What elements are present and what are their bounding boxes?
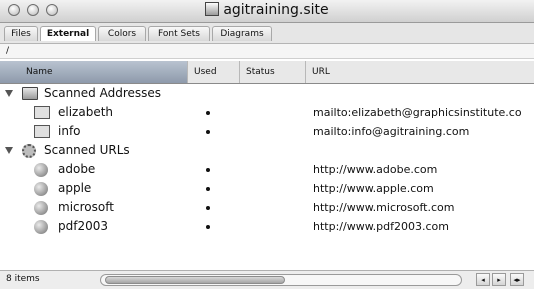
group-label: Scanned Addresses (44, 86, 162, 100)
item-name: microsoft (58, 200, 114, 214)
column-url-header[interactable]: URL (306, 61, 534, 83)
tab-external[interactable]: External (40, 26, 96, 41)
list-item[interactable]: microsoft http://www.microsoft.com (0, 198, 534, 217)
group-row-scanned-urls[interactable]: Scanned URLs (0, 141, 534, 160)
item-name: info (58, 124, 81, 138)
window-title: agitraining.site (0, 2, 534, 18)
horizontal-scrollbar[interactable] (100, 274, 462, 286)
used-indicator (206, 168, 210, 172)
used-indicator (206, 225, 210, 229)
tab-files[interactable]: Files (4, 26, 38, 41)
tab-font-sets[interactable]: Font Sets (148, 26, 210, 41)
item-count: 8 items (6, 274, 40, 284)
folder-icon (22, 87, 38, 100)
used-indicator (206, 206, 210, 210)
group-row-scanned-addresses[interactable]: Scanned Addresses (0, 84, 534, 103)
column-used-header[interactable]: Used (188, 61, 240, 83)
used-indicator (206, 111, 210, 115)
email-icon (34, 125, 50, 138)
list-item[interactable]: apple http://www.apple.com (0, 179, 534, 198)
item-name: adobe (58, 162, 96, 176)
web-link-icon (34, 201, 48, 215)
split-view-button[interactable]: ◂▸ (510, 273, 524, 286)
path-bar: / (0, 44, 534, 59)
status-bar: 8 items ◂ ▸ ◂▸ (0, 270, 534, 289)
scroll-left-button[interactable]: ◂ (476, 273, 490, 286)
item-name: pdf2003 (58, 219, 108, 233)
item-name: apple (58, 181, 92, 195)
list-item[interactable]: pdf2003 http://www.pdf2003.com (0, 217, 534, 236)
item-url: http://www.adobe.com (313, 163, 438, 176)
disclosure-triangle-icon[interactable] (5, 90, 13, 97)
column-name-header[interactable]: Name (0, 61, 188, 83)
tab-diagrams[interactable]: Diagrams (212, 26, 272, 41)
used-indicator (206, 187, 210, 191)
item-url: mailto:info@agitraining.com (313, 125, 470, 138)
column-status-header[interactable]: Status (240, 61, 306, 83)
group-label: Scanned URLs (44, 143, 130, 157)
web-link-icon (34, 220, 48, 234)
email-icon (34, 106, 50, 119)
list-item[interactable]: elizabeth mailto:elizabeth@graphicsinsti… (0, 103, 534, 122)
scrollbar-thumb[interactable] (105, 276, 285, 284)
site-document-icon (205, 2, 220, 16)
list-item[interactable]: info mailto:info@agitraining.com (0, 122, 534, 141)
list-item[interactable]: adobe http://www.adobe.com (0, 160, 534, 179)
web-link-icon (34, 163, 48, 177)
item-url: http://www.apple.com (313, 182, 434, 195)
tab-bar: Files External Colors Font Sets Diagrams (0, 23, 534, 44)
external-links-list: Scanned Addresses elizabeth mailto:eliza… (0, 84, 534, 236)
item-url: http://www.microsoft.com (313, 201, 455, 214)
window-titlebar[interactable]: agitraining.site (0, 0, 534, 23)
web-link-icon (34, 182, 48, 196)
used-indicator (206, 130, 210, 134)
scroll-right-button[interactable]: ▸ (492, 273, 506, 286)
item-url: http://www.pdf2003.com (313, 220, 449, 233)
disclosure-triangle-icon[interactable] (5, 147, 13, 154)
item-name: elizabeth (58, 105, 114, 119)
item-url: mailto:elizabeth@graphicsinstitute.co (313, 106, 522, 119)
column-header: Name Used Status URL (0, 61, 534, 84)
tab-colors[interactable]: Colors (98, 26, 146, 41)
gear-icon (22, 144, 36, 158)
